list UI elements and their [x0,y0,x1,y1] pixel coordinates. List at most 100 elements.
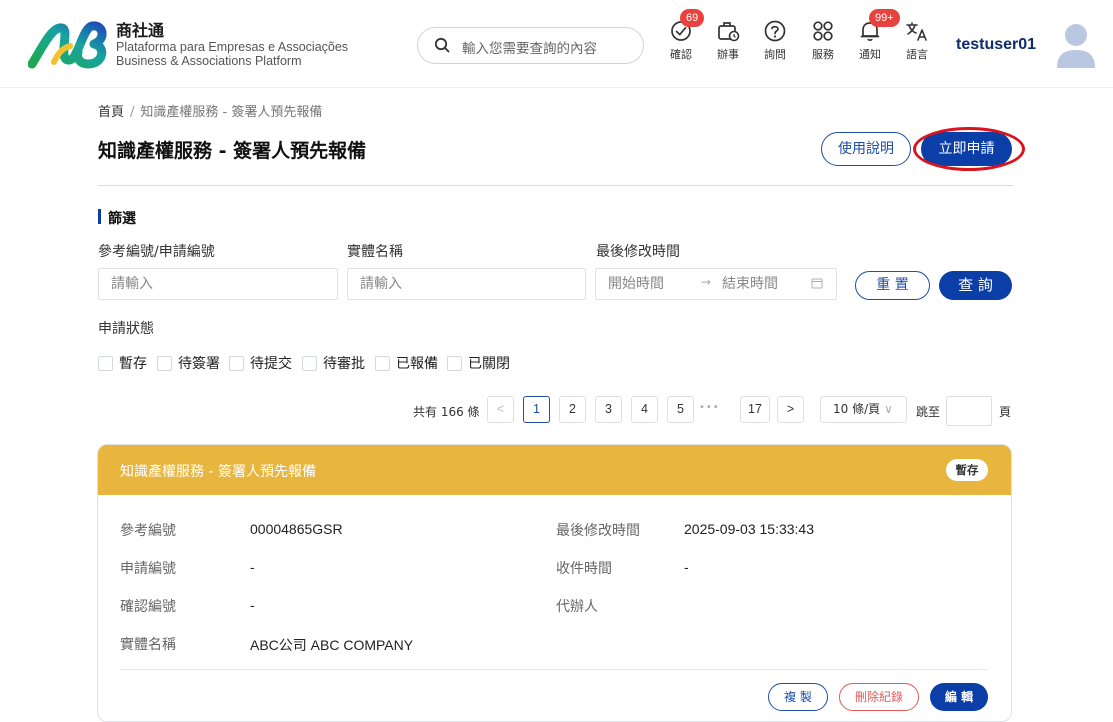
status-checkbox-filed[interactable]: 已報備 [375,353,438,373]
checkbox-box[interactable] [447,355,462,371]
start-date-input[interactable]: 開始時間 [608,276,664,292]
checkbox-box[interactable] [98,355,113,371]
reset-button[interactable]: 重 置 [855,271,930,300]
services-grid-icon [813,21,833,41]
status-option-label: 待簽署 [178,356,220,372]
received-time-value: - [684,559,689,575]
briefcase-clock-icon [718,22,740,42]
confirm-count-badge: 69 [680,9,705,27]
confirm-no-key: 確認編號 [120,599,176,615]
nav-language-label: 語言 [906,48,928,61]
page-button-1[interactable]: 1 [523,396,550,423]
nav-enquiry[interactable]: 詢問 [755,14,795,74]
jump-to-label: 跳至 [916,405,941,419]
avatar[interactable] [1055,20,1097,70]
status-option-label: 已關閉 [468,356,510,372]
ref-no-input[interactable]: 請輸入 [98,268,338,300]
last-modified-label: 最後修改時間 [596,244,680,260]
pagination-total: 共有 166 條 [413,405,480,419]
status-label: 申請狀態 [98,321,154,337]
pagination-ellipsis[interactable]: ••• [699,402,720,413]
app-logo[interactable] [28,18,108,70]
delete-record-button[interactable]: 刪除紀錄 [839,683,919,711]
status-checkbox-closed[interactable]: 已關閉 [447,353,510,373]
ref-no-key: 參考編號 [120,523,176,539]
page-button-2[interactable]: 2 [559,396,586,423]
brand: 商社通 Plataforma para Empresas e Associaçõ… [116,21,349,69]
page-button-5[interactable]: 5 [667,396,694,423]
brand-subtitle-pt: Plataforma para Empresas e Associações [116,40,349,54]
chevron-down-icon: ∨ [884,402,893,416]
top-header: 商社通 Plataforma para Empresas e Associaçõ… [0,0,1113,88]
status-checkbox-pending-sign[interactable]: 待簽署 [157,353,220,373]
status-checkbox-draft[interactable]: 暫存 [98,353,147,373]
nav-services-label: 服務 [812,48,834,61]
card-title: 知識產權服務 - 簽署人預先報備 [120,464,316,480]
card-divider [120,669,988,670]
brand-title: 商社通 [116,21,165,40]
app-no-value: - [250,559,255,575]
page-title: 知識產權服務 - 簽署人預先報備 [98,140,367,162]
page-button-3[interactable]: 3 [595,396,622,423]
question-circle-icon [764,20,786,42]
entity-name-key: 實體名稱 [120,637,176,653]
ref-no-label: 參考編號/申請編號 [98,244,215,260]
checkbox-box[interactable] [157,355,172,371]
end-date-input[interactable]: 結束時間 [722,269,778,299]
jump-to-page-input[interactable] [946,396,992,426]
nav-notifications-label: 通知 [859,48,881,61]
entity-name-input[interactable]: 請輸入 [347,268,586,300]
help-button[interactable]: 使用說明 [821,132,911,166]
ref-no-value: 00004865GSR [250,521,343,537]
nav-language[interactable]: 語言 [897,14,937,74]
edit-button[interactable]: 編 輯 [930,683,988,711]
status-badge: 暫存 [946,459,988,481]
prev-page-button[interactable]: < [487,396,514,423]
next-page-button[interactable]: > [777,396,804,423]
nav-services[interactable]: 服務 [803,14,843,74]
agent-key: 代辦人 [556,599,598,615]
modified-time-key: 最後修改時間 [556,523,640,539]
status-option-label: 已報備 [396,356,438,372]
highlight-ring [913,127,1025,171]
search-icon [434,37,450,53]
username[interactable]: testuser01 [956,36,1036,54]
nav-tasks-label: 辦事 [717,48,739,61]
breadcrumb: 首頁 / 知識產權服務 - 簽署人預先報備 [98,101,322,120]
notification-count-badge: 99+ [869,9,900,27]
status-option-label: 暫存 [119,356,147,372]
brand-subtitle-en: Business & Associations Platform [116,54,302,68]
breadcrumb-home[interactable]: 首頁 [98,105,124,120]
calendar-icon [811,278,823,289]
status-option-label: 待提交 [250,356,292,372]
page-size-select[interactable]: 10 條/頁 ∨ [820,396,907,423]
app-no-key: 申請編號 [120,561,176,577]
entity-name-label: 實體名稱 [347,244,403,260]
date-range-picker[interactable]: 開始時間 結束時間 [595,268,837,300]
filter-title: 篩選 [98,208,136,228]
jump-to-suffix: 頁 [999,405,1012,419]
nav-confirm-label: 確認 [670,48,692,61]
checkbox-box[interactable] [229,355,244,371]
page-size-value: 10 條/頁 [833,402,881,416]
query-button[interactable]: 查 詢 [939,271,1012,300]
status-checkbox-pending-approval[interactable]: 待審批 [302,353,365,373]
breadcrumb-separator: / [130,105,135,120]
modified-time-value: 2025-09-03 15:33:43 [684,521,814,537]
confirm-no-value: - [250,597,255,613]
page-button-last[interactable]: 17 [740,396,770,423]
nav-tasks[interactable]: 辦事 [708,14,748,74]
application-card: 知識產權服務 - 簽署人預先報備 暫存 參考編號 00004865GSR 申請編… [97,444,1012,722]
copy-button[interactable]: 複 製 [768,683,828,711]
status-checkbox-pending-submit[interactable]: 待提交 [229,353,292,373]
page-button-4[interactable]: 4 [631,396,658,423]
search-input[interactable]: 輸入您需要查詢的內容 [417,27,644,64]
status-option-label: 待審批 [323,356,365,372]
received-time-key: 收件時間 [556,561,612,577]
checkbox-box[interactable] [375,355,390,371]
checkbox-box[interactable] [302,355,317,371]
nav-enquiry-label: 詢問 [764,48,786,61]
search-placeholder: 輸入您需要查詢的內容 [462,41,597,57]
entity-name-value: ABC公司 ABC COMPANY [250,637,414,653]
card-header: 知識產權服務 - 簽署人預先報備 暫存 [98,445,1011,495]
